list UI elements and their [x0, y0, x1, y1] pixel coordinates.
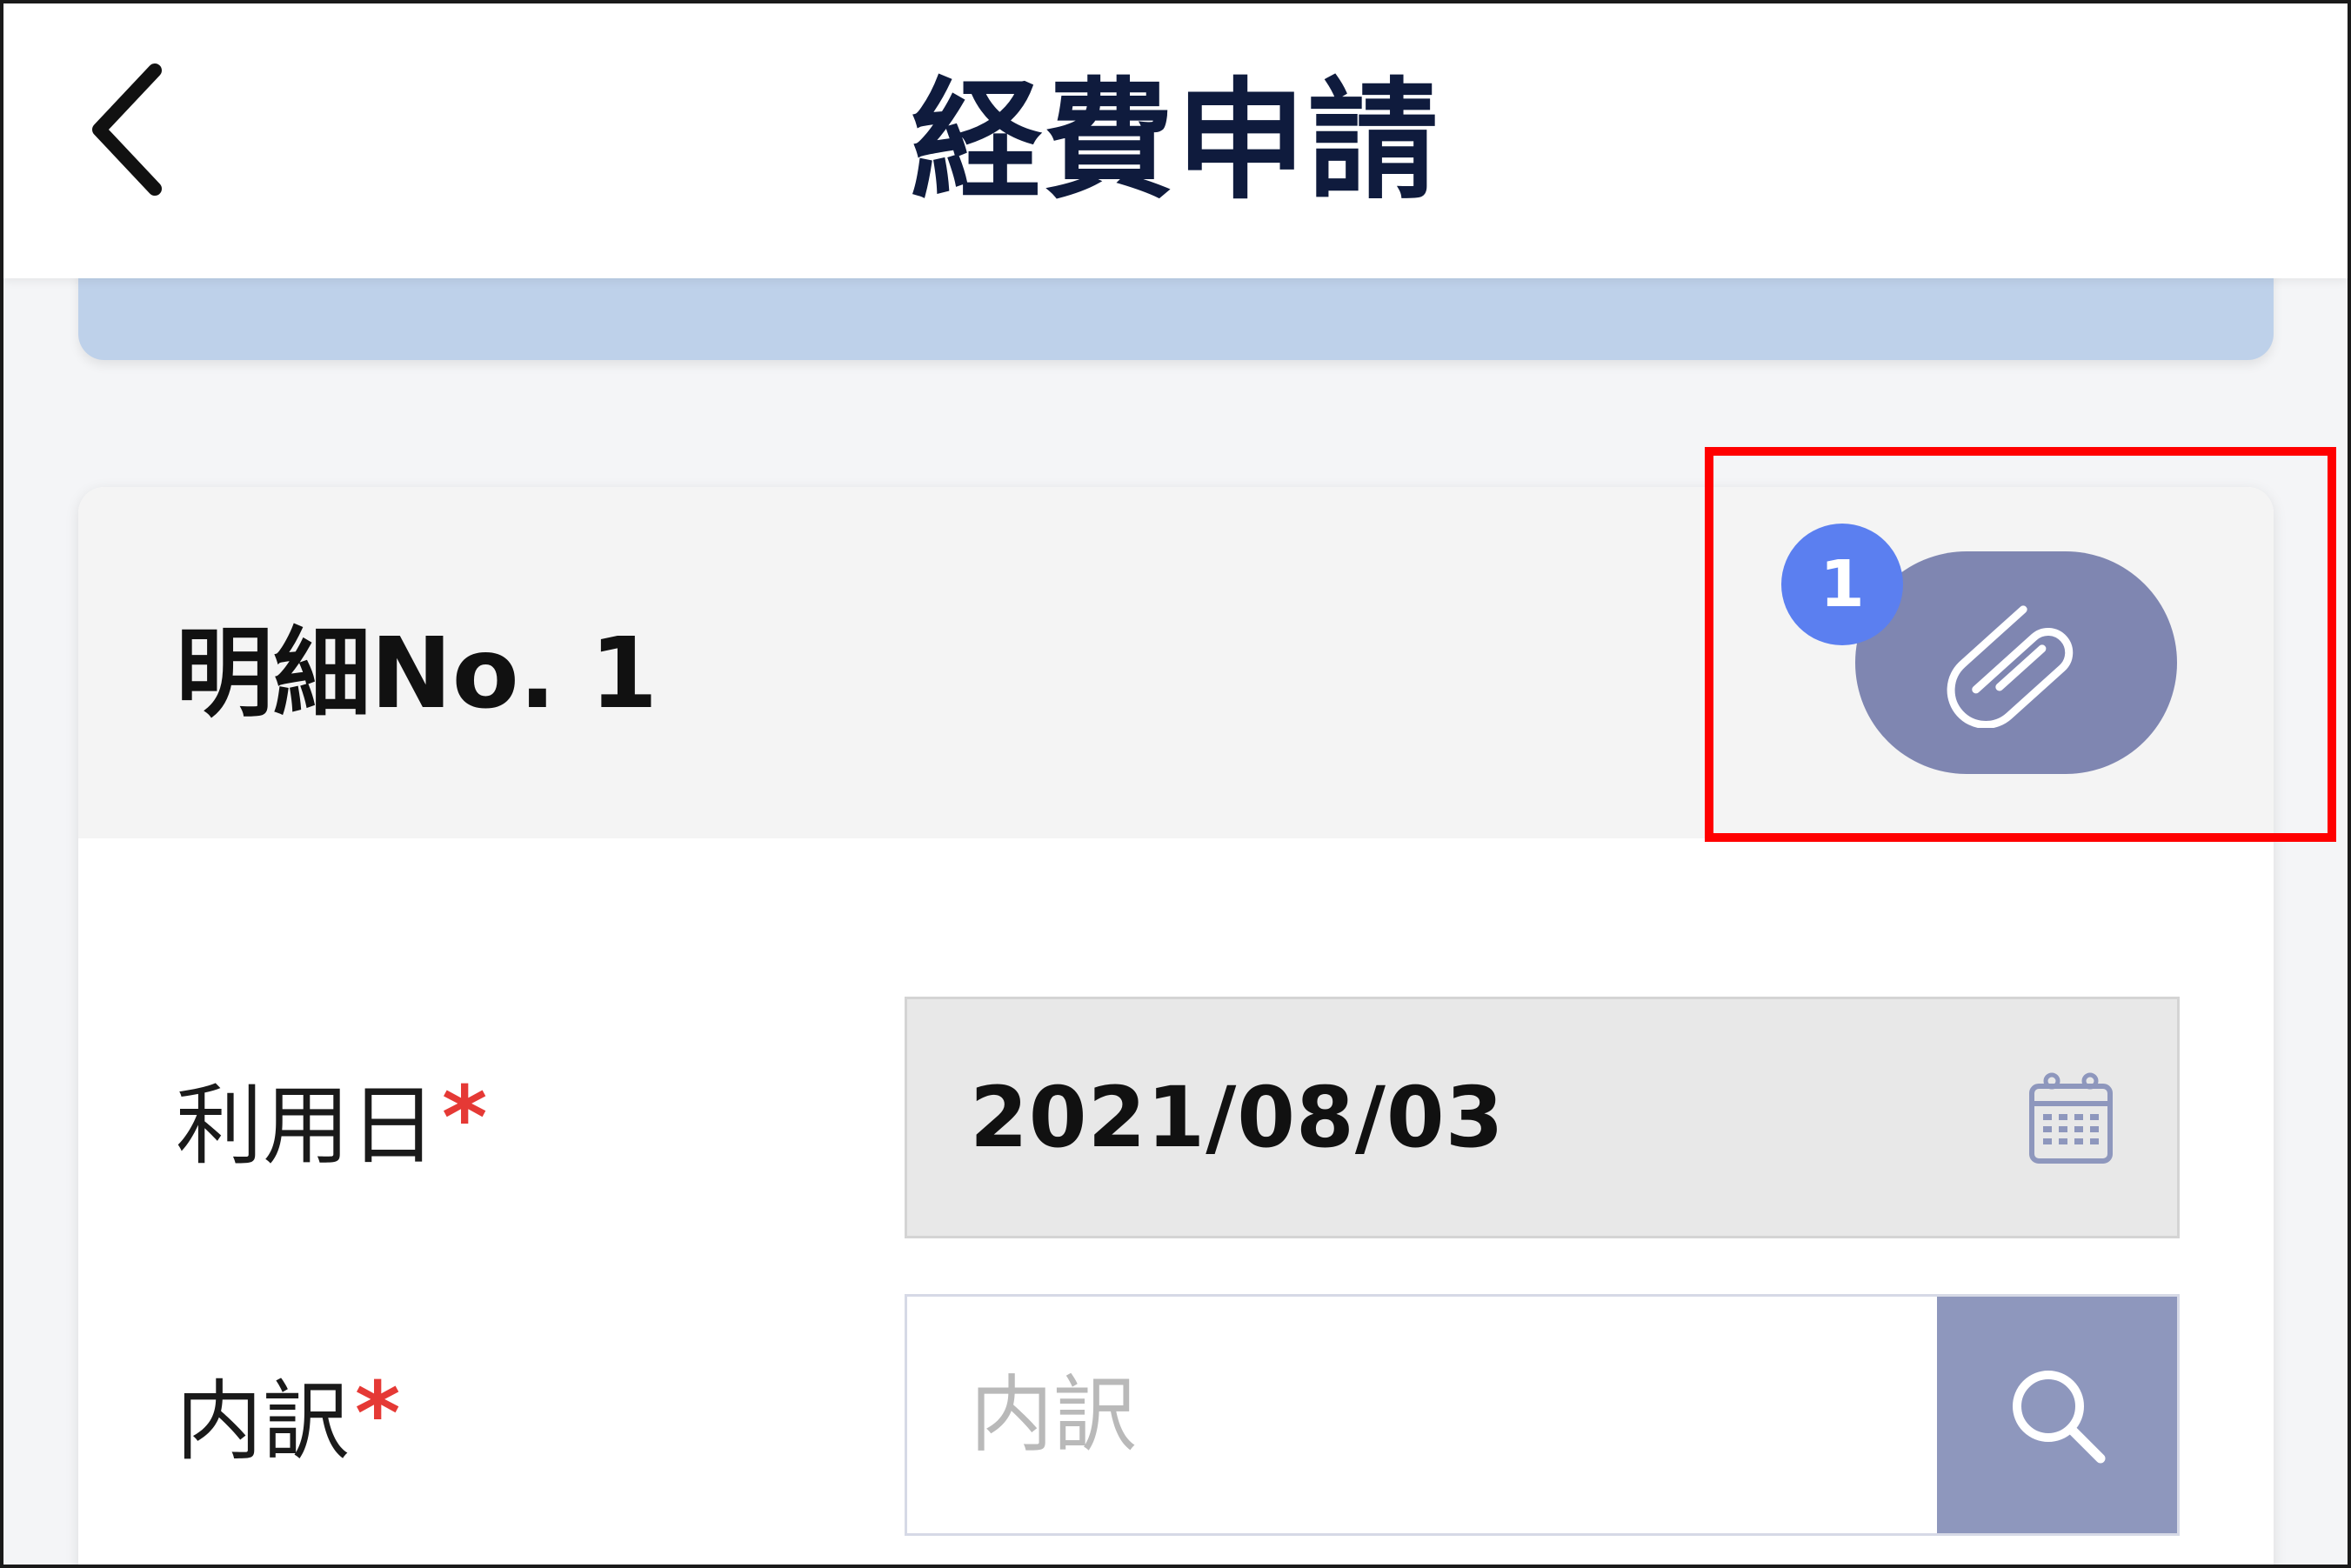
- usage-date-value: 2021/08/03: [970, 1069, 1505, 1166]
- attachment-count-badge: 1: [1781, 524, 1903, 645]
- breakdown-label-text: 内訳: [176, 1370, 350, 1472]
- breakdown-label: 内訳 *: [176, 1348, 400, 1478]
- required-mark: *: [355, 1362, 401, 1465]
- usage-date-label: 利用日 *: [176, 1052, 487, 1183]
- calendar-icon[interactable]: [2027, 1071, 2114, 1166]
- collapsed-card[interactable]: [78, 264, 2274, 360]
- usage-date-field[interactable]: 2021/08/03: [905, 997, 2180, 1238]
- app-screen: 経費申請 明細No. 1 1 利用日 * 2021/08/03 内訳 * 内訳: [0, 0, 2351, 1568]
- search-icon: [2013, 1371, 2106, 1464]
- breakdown-input[interactable]: [907, 1297, 1937, 1533]
- usage-date-label-text: 利用日: [176, 1074, 437, 1177]
- breakdown-field: [905, 1294, 2180, 1536]
- required-mark: *: [442, 1066, 488, 1169]
- breakdown-search-button[interactable]: [1937, 1297, 2177, 1533]
- detail-card-header: 明細No. 1 1: [78, 487, 2274, 838]
- expense-detail-card: 明細No. 1 1 利用日 * 2021/08/03 内訳 * 内訳: [78, 487, 2274, 1565]
- page-title: 経費申請: [911, 65, 1440, 217]
- paperclip-icon: [1947, 605, 2074, 728]
- app-header: 経費申請: [3, 3, 2348, 278]
- attachment-button[interactable]: [1855, 551, 2177, 774]
- detail-title: 明細No. 1: [176, 617, 658, 731]
